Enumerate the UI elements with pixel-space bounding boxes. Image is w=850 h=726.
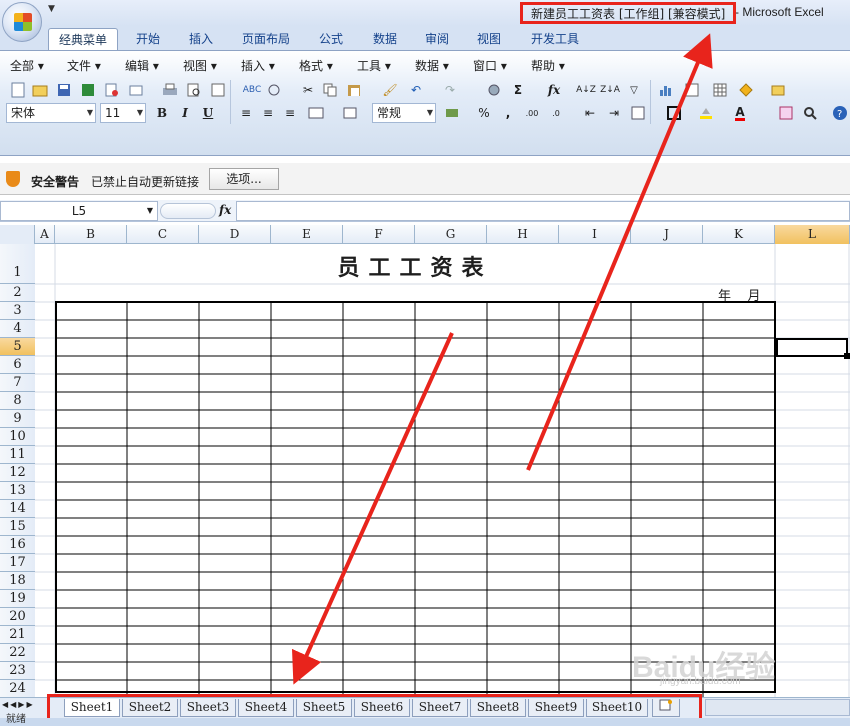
office-button[interactable]	[2, 2, 42, 42]
status-bar: 就绪	[0, 714, 850, 726]
horizontal-scrollbar[interactable]	[705, 699, 850, 716]
tab-scroll-arrows-icon[interactable]: ◀◀▶▶	[2, 700, 35, 709]
office-logo-icon	[14, 13, 32, 31]
salary-table-border	[55, 301, 776, 693]
watermark-url: jingyan.baidu.com	[660, 676, 741, 687]
status-text: 就绪	[6, 714, 26, 725]
sheet-title[interactable]: 员工工资表	[55, 250, 775, 282]
selected-cell-l5[interactable]	[776, 338, 848, 357]
year-month-label[interactable]: 年 月	[718, 285, 761, 304]
fill-handle[interactable]	[844, 353, 850, 359]
